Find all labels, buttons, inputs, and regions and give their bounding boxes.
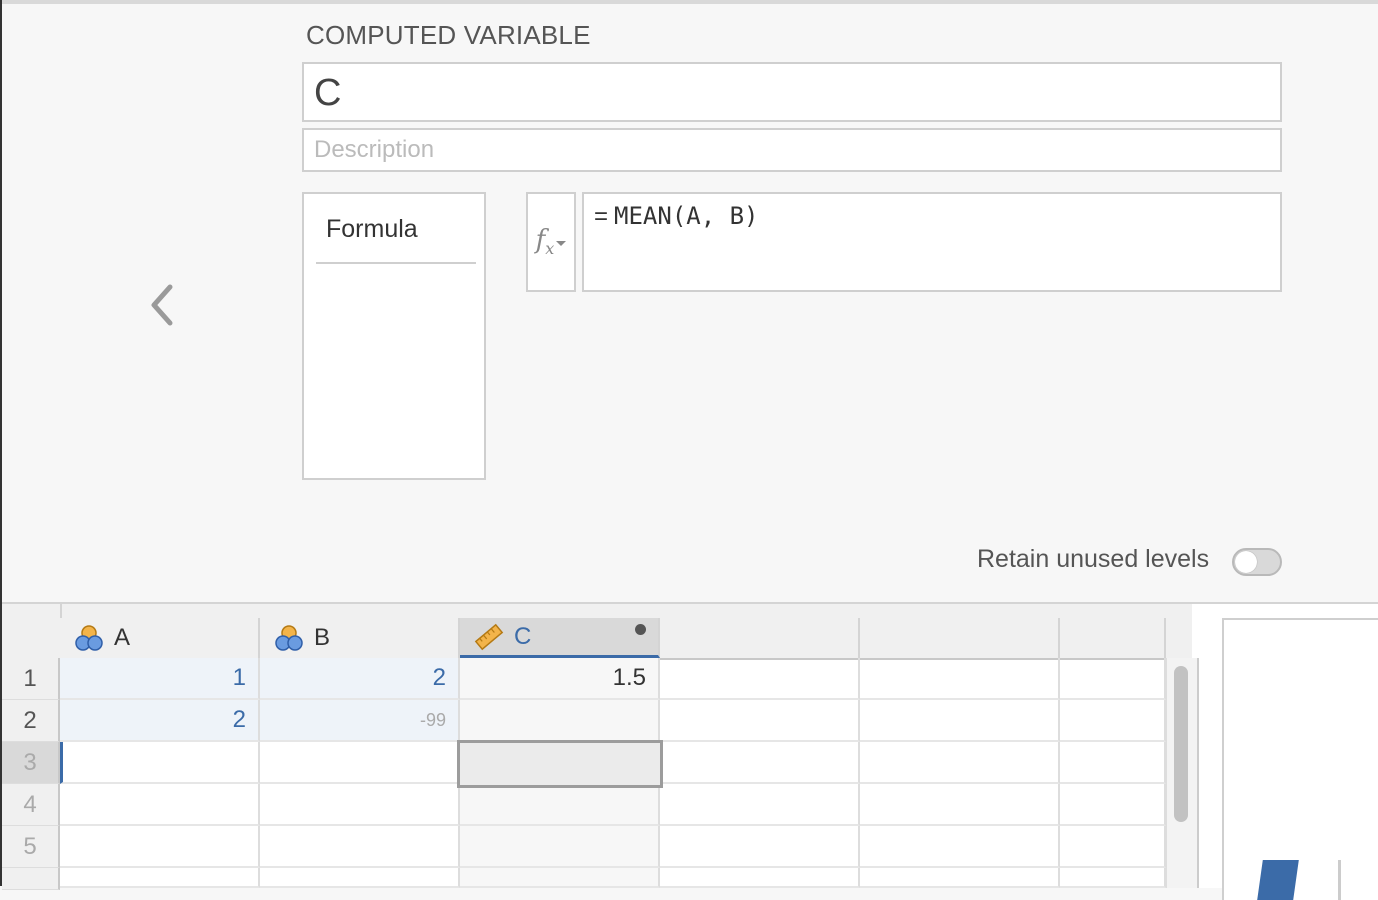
- table-cell[interactable]: [60, 784, 260, 826]
- toggle-knob: [1235, 551, 1257, 573]
- chevron-left-icon: [151, 284, 173, 326]
- row-header-3[interactable]: 3: [2, 742, 60, 784]
- column-header-row: A B C: [2, 604, 1192, 660]
- column-header-a[interactable]: A: [60, 618, 260, 658]
- table-cell[interactable]: [60, 826, 260, 868]
- table-cell[interactable]: [660, 658, 860, 700]
- table-cell[interactable]: 2: [60, 700, 260, 742]
- section-title: COMPUTED VARIABLE: [306, 20, 591, 50]
- formula-expression: MEAN(A, B): [614, 202, 759, 230]
- table-cell[interactable]: [860, 868, 1060, 888]
- retain-unused-levels-label: Retain unused levels: [977, 545, 1210, 573]
- corner-cell[interactable]: [2, 604, 62, 658]
- table-cell[interactable]: [1060, 868, 1166, 888]
- table-cell[interactable]: [860, 658, 1060, 700]
- table-cell[interactable]: [860, 742, 1060, 784]
- function-button[interactable]: fx: [526, 192, 576, 292]
- row-header-1[interactable]: 1: [2, 658, 60, 700]
- table-cell[interactable]: [660, 742, 860, 784]
- table-cell[interactable]: [260, 784, 460, 826]
- table-cell[interactable]: [1060, 700, 1166, 742]
- formula-editor[interactable]: = MEAN(A, B): [582, 192, 1282, 292]
- divider: [1338, 860, 1341, 900]
- table-cell[interactable]: [860, 784, 1060, 826]
- scrollbar-thumb[interactable]: [1174, 666, 1188, 822]
- spreadsheet: A B C 1 2 3 4 5 1 2 1.5 2 -99: [2, 602, 1378, 900]
- column-name-c: C: [514, 622, 532, 650]
- table-cell[interactable]: [860, 826, 1060, 868]
- formula-equals: =: [594, 203, 609, 230]
- variable-name-input[interactable]: C: [302, 62, 1282, 122]
- top-border: [0, 0, 1378, 4]
- column-name-b: B: [314, 624, 331, 651]
- row-header-2[interactable]: 2: [2, 700, 60, 742]
- table-cell[interactable]: [860, 700, 1060, 742]
- table-cell[interactable]: [460, 700, 660, 742]
- table-cell[interactable]: 1.5: [460, 658, 660, 700]
- table-cell[interactable]: [1060, 784, 1166, 826]
- variable-type-list: Formula: [302, 192, 486, 480]
- retain-unused-levels-toggle[interactable]: [1232, 548, 1282, 576]
- row-header-5[interactable]: 5: [2, 826, 60, 868]
- column-name-a: A: [114, 624, 131, 651]
- table-cell[interactable]: [1060, 658, 1166, 700]
- table-cell[interactable]: [1060, 742, 1166, 784]
- table-cell[interactable]: 2: [260, 658, 460, 700]
- table-cell[interactable]: -99: [260, 700, 460, 742]
- nominal-icon: [275, 625, 303, 651]
- table-cell[interactable]: [260, 868, 460, 888]
- table-cell[interactable]: [1060, 826, 1166, 868]
- table-cell[interactable]: [660, 826, 860, 868]
- table-cell[interactable]: [60, 868, 260, 888]
- row-header-4[interactable]: 4: [2, 784, 60, 826]
- table-cell[interactable]: [260, 742, 460, 784]
- list-item-formula[interactable]: Formula: [316, 208, 476, 264]
- results-panel: [1222, 618, 1378, 900]
- table-cell[interactable]: [660, 784, 860, 826]
- back-button[interactable]: [143, 282, 183, 328]
- table-cell[interactable]: [460, 826, 660, 868]
- nominal-icon: [75, 625, 103, 651]
- table-cell[interactable]: 1: [60, 658, 260, 700]
- row-header-6[interactable]: [2, 868, 60, 890]
- column-header-empty[interactable]: [860, 618, 1060, 658]
- table-cell[interactable]: [660, 700, 860, 742]
- column-header-b[interactable]: B: [260, 618, 460, 658]
- fx-icon: fx: [535, 225, 555, 259]
- selected-cell[interactable]: [457, 740, 663, 788]
- table-cell[interactable]: [260, 826, 460, 868]
- column-header-empty[interactable]: [660, 618, 860, 658]
- table-cell[interactable]: [460, 784, 660, 826]
- computed-ruler-icon: [474, 623, 504, 650]
- modified-dot-icon: [635, 624, 646, 635]
- logo-fragment: [1257, 860, 1299, 900]
- column-header-c[interactable]: C: [460, 618, 660, 658]
- column-header-empty[interactable]: [1060, 618, 1166, 658]
- description-input[interactable]: Description: [302, 128, 1282, 172]
- table-cell[interactable]: [660, 868, 860, 888]
- caret-down-icon: [556, 240, 567, 246]
- table-cell[interactable]: [460, 868, 660, 888]
- table-cell[interactable]: [60, 742, 260, 784]
